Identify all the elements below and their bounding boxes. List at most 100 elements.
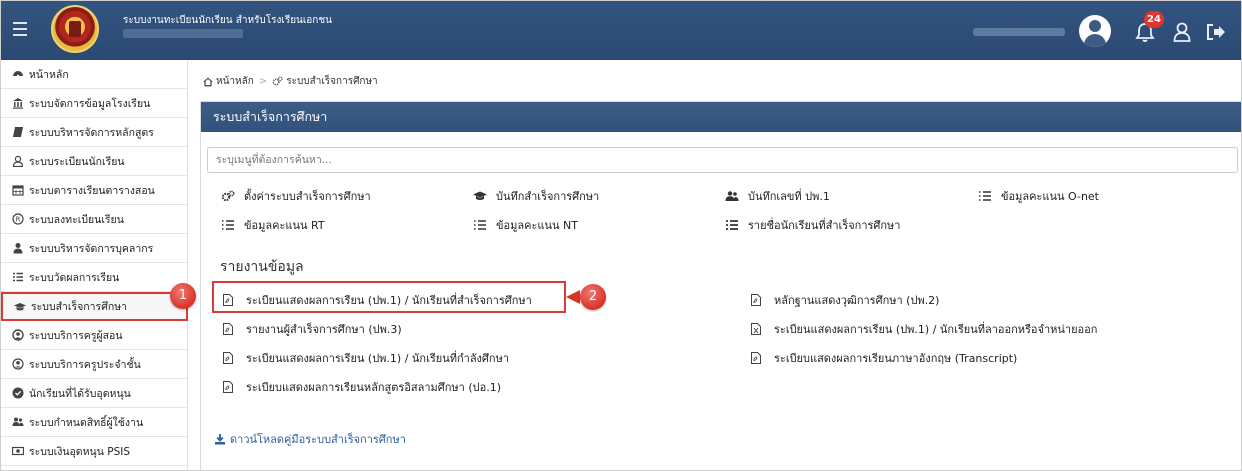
logout-icon[interactable] xyxy=(1205,22,1227,42)
school-seal-logo xyxy=(51,5,99,53)
sidebar-item-label: ระบบสำเร็จการศึกษา xyxy=(31,301,128,313)
file-pdf-icon xyxy=(223,381,233,393)
teacher-icon xyxy=(12,329,24,341)
registered-icon: R xyxy=(12,213,24,225)
sidebar-item-label: ระบบกำหนดสิทธิ์ผู้ใช้งาน xyxy=(29,416,144,429)
sidebar-item-registration[interactable]: R ระบบลงทะเบียนเรียน xyxy=(1,205,188,234)
school-name-redacted xyxy=(123,29,243,38)
profile-icon[interactable] xyxy=(1173,22,1191,42)
breadcrumb: หน้าหลัก > ระบบสำเร็จการศึกษา xyxy=(203,74,378,89)
person-icon xyxy=(13,243,23,254)
users-icon xyxy=(725,191,739,201)
sidebar-item-label: ระบบบริการครูผู้สอน xyxy=(29,329,123,342)
sidebar-item-user-permissions[interactable]: ระบบกำหนดสิทธิ์ผู้ใช้งาน xyxy=(1,408,188,437)
report-label: ระเบียบแสดงผลการเรียนหลักสูตรอิสลามศึกษา… xyxy=(246,381,502,394)
step-1-marker: 1 xyxy=(170,283,196,309)
report-por2-certificate[interactable]: หลักฐานแสดงวุฒิการศึกษา (ปพ.2) xyxy=(751,291,939,309)
menu-item-label: ข้อมูลคะแนน O-net xyxy=(1001,190,1099,203)
list-ol-icon xyxy=(222,220,234,230)
file-excel-icon xyxy=(751,323,761,335)
cogs-icon xyxy=(272,76,283,86)
app-window: ระบบงานทะเบียนนักเรียน สำหรับโรงเรียนเอก… xyxy=(0,0,1242,471)
menu-record-por1-number[interactable]: บันทึกเลขที่ ปพ.1 xyxy=(725,187,830,205)
menu-item-label: ข้อมูลคะแนน NT xyxy=(496,219,578,232)
graduation-cap-icon xyxy=(473,191,487,200)
menu-item-label: บันทึกเลขที่ ปพ.1 xyxy=(748,190,830,203)
report-islamic-curriculum[interactable]: ระเบียบแสดงผลการเรียนหลักสูตรอิสลามศึกษา… xyxy=(223,378,501,396)
report-por3-graduates[interactable]: รายงานผู้สำเร็จการศึกษา (ปพ.3) xyxy=(223,320,402,338)
list-icon xyxy=(13,272,23,282)
institution-icon xyxy=(13,98,23,109)
report-label: ระเบียนแสดงผลการเรียน (ปพ.1) / นักเรียนท… xyxy=(246,294,532,307)
step-2-arrow xyxy=(566,290,580,304)
download-manual-label: ดาวน์โหลดคู่มือระบบสำเร็จการศึกษา xyxy=(230,433,406,446)
menu-item-label: ข้อมูลคะแนน RT xyxy=(244,219,325,232)
svg-text:R: R xyxy=(16,216,21,224)
sidebar-item-label: ระบบบริหารจัดการบุคลากร xyxy=(29,242,154,255)
hamburger-menu-icon[interactable] xyxy=(13,22,27,36)
breadcrumb-separator: > xyxy=(258,76,268,87)
sidebar-item-label: ระบบจัดการข้อมูลโรงเรียน xyxy=(29,97,151,110)
sidebar-item-evaluation[interactable]: ระบบวัดผลการเรียน xyxy=(1,263,188,292)
sidebar-item-label: นักเรียนที่ได้รับอุดหนุน xyxy=(29,387,131,400)
reports-section-title: รายงานข้อมูล xyxy=(220,259,304,275)
sidebar-item-timetable[interactable]: ระบบตารางเรียนตารางสอน xyxy=(1,176,188,205)
list-ol-icon xyxy=(474,220,486,230)
panel-title: ระบบสำเร็จการศึกษา xyxy=(201,102,1241,132)
users-icon xyxy=(12,417,24,426)
dashboard-icon xyxy=(13,71,23,78)
sidebar-item-label: ระบบบริการครูประจำชั้น xyxy=(29,358,141,371)
report-por1-withdrawn[interactable]: ระเบียนแสดงผลการเรียน (ปพ.1) / นักเรียนท… xyxy=(751,320,1097,338)
breadcrumb-home[interactable]: หน้าหลัก xyxy=(216,74,254,89)
graduation-cap-icon xyxy=(14,302,26,310)
sidebar-item-label: ระบบเงินอุดหนุน PSIS xyxy=(29,445,131,458)
menu-item-label: บันทึกสำเร็จการศึกษา xyxy=(496,190,600,203)
step-2-marker: 2 xyxy=(580,284,606,310)
user-avatar[interactable] xyxy=(1079,15,1111,47)
report-por1-graduated[interactable]: ระเบียนแสดงผลการเรียน (ปพ.1) / นักเรียนท… xyxy=(223,291,532,309)
report-por1-current[interactable]: ระเบียนแสดงผลการเรียน (ปพ.1) / นักเรียนท… xyxy=(223,349,509,367)
menu-item-label: รายชื่อนักเรียนที่สำเร็จการศึกษา xyxy=(748,219,901,232)
sidebar-item-school-data[interactable]: ระบบจัดการข้อมูลโรงเรียน xyxy=(1,89,188,118)
sidebar-item-personnel[interactable]: ระบบบริหารจัดการบุคลากร xyxy=(1,234,188,263)
report-label: ระเบียบแสดงผลการเรียนภาษาอังกฤษ (Transcr… xyxy=(774,352,1018,365)
notification-badge: 24 xyxy=(1144,11,1164,28)
sidebar-item-subsidized-students[interactable]: นักเรียนที่ได้รับอุดหนุน xyxy=(1,379,188,408)
menu-rt-scores[interactable]: ข้อมูลคะแนน RT xyxy=(221,216,325,234)
user-circle-icon xyxy=(12,358,24,370)
menu-record-graduation[interactable]: บันทึกสำเร็จการศึกษา xyxy=(473,187,599,205)
file-pdf-icon xyxy=(751,352,761,364)
menu-graduated-students-list[interactable]: รายชื่อนักเรียนที่สำเร็จการศึกษา xyxy=(725,216,901,234)
sidebar-item-label: ระบบวัดผลการเรียน xyxy=(29,271,120,284)
sidebar-item-psis[interactable]: ระบบเงินอุดหนุน PSIS xyxy=(1,437,188,466)
sidebar-item-graduation[interactable]: ระบบสำเร็จการศึกษา xyxy=(1,292,188,321)
report-label: ระเบียนแสดงผลการเรียน (ปพ.1) / นักเรียนท… xyxy=(246,352,509,365)
menu-onet-scores[interactable]: ข้อมูลคะแนน O-net xyxy=(978,187,1099,205)
sidebar-item-homeroom[interactable]: ระบบบริการครูประจำชั้น xyxy=(1,350,188,379)
menu-search-input[interactable] xyxy=(207,147,1238,173)
app-title: ระบบงานทะเบียนนักเรียน สำหรับโรงเรียนเอก… xyxy=(123,15,332,26)
sidebar-item-label: ระบบตารางเรียนตารางสอน xyxy=(29,184,155,197)
sidebar-item-label: ระบบระเบียนนักเรียน xyxy=(29,155,125,168)
cogs-icon xyxy=(221,190,235,202)
download-manual-link[interactable]: ดาวน์โหลดคู่มือระบบสำเร็จการศึกษา xyxy=(214,430,406,448)
calendar-icon xyxy=(12,185,24,196)
user-name-redacted[interactable] xyxy=(973,28,1065,36)
file-pdf-icon xyxy=(223,352,233,364)
report-english-transcript[interactable]: ระเบียบแสดงผลการเรียนภาษาอังกฤษ (Transcr… xyxy=(751,349,1017,367)
breadcrumb-current: ระบบสำเร็จการศึกษา xyxy=(286,76,378,87)
list-icon xyxy=(726,220,738,230)
report-label: หลักฐานแสดงวุฒิการศึกษา (ปพ.2) xyxy=(774,294,940,307)
file-pdf-icon xyxy=(223,323,233,335)
sidebar-item-curriculum[interactable]: ระบบบริหารจัดการหลักสูตร xyxy=(1,118,188,147)
menu-nt-scores[interactable]: ข้อมูลคะแนน NT xyxy=(473,216,578,234)
report-label: ระเบียนแสดงผลการเรียน (ปพ.1) / นักเรียนท… xyxy=(774,323,1098,336)
menu-graduation-settings[interactable]: ตั้งค่าระบบสำเร็จการศึกษา xyxy=(221,187,371,205)
list-ol-icon xyxy=(979,191,991,201)
report-label: รายงานผู้สำเร็จการศึกษา (ปพ.3) xyxy=(246,323,402,336)
sidebar-item-teacher-service[interactable]: ระบบบริการครูผู้สอน xyxy=(1,321,188,350)
sidebar-item-home[interactable]: หน้าหลัก xyxy=(1,60,188,89)
menu-item-label: ตั้งค่าระบบสำเร็จการศึกษา xyxy=(244,190,371,203)
top-navbar: ระบบงานทะเบียนนักเรียน สำหรับโรงเรียนเอก… xyxy=(1,1,1241,60)
sidebar-item-student-records[interactable]: ระบบระเบียนนักเรียน xyxy=(1,147,188,176)
